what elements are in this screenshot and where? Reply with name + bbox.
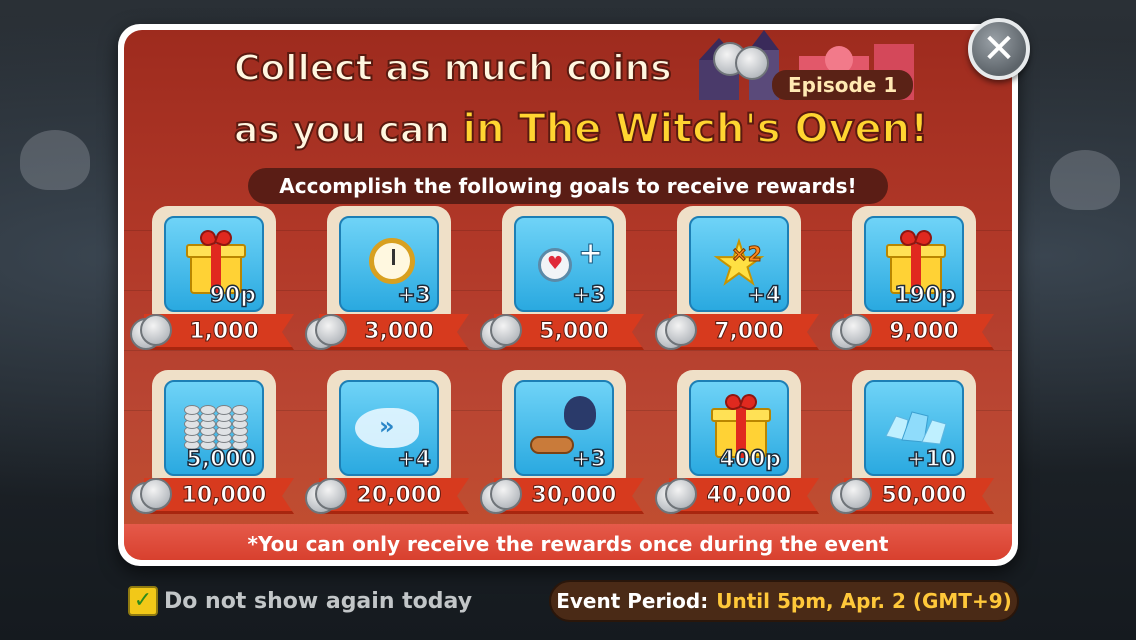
event-period-label: Event Period: xyxy=(556,589,709,613)
title-highlight: in The Witch's Oven! xyxy=(461,105,929,153)
episode-badge: Episode 1 xyxy=(772,70,914,100)
reward-amount: 400p xyxy=(719,446,782,473)
reward-amount: +3 xyxy=(572,446,607,473)
footer-note: *You can only receive the rewards once d… xyxy=(247,532,889,556)
do-not-show-checkbox[interactable]: ✓ xyxy=(128,586,158,616)
reward-item: +10 50,000 xyxy=(824,370,996,520)
event-popup: Collect as much coins as you can in The … xyxy=(118,24,1018,566)
reward-item: 5,000 10,000 xyxy=(124,370,296,520)
reward-card: 400p xyxy=(677,370,801,494)
popup-subtitle: Accomplish the following goals to receiv… xyxy=(248,168,888,204)
ghost-decoration xyxy=(20,130,90,190)
reward-card: +10 xyxy=(852,370,976,494)
gift-icon: 90p xyxy=(164,216,264,312)
stopwatch-icon: +3 xyxy=(339,216,439,312)
reward-amount: +4 xyxy=(747,282,782,309)
coin-goal: 50,000 xyxy=(881,483,967,509)
popup-title-line2: as you can in The Witch's Oven! xyxy=(233,105,929,153)
coin-goal: 3,000 xyxy=(364,319,435,345)
reward-amount: +4 xyxy=(397,446,432,473)
reward-item: +3 3,000 xyxy=(299,206,471,356)
reward-card: 190p xyxy=(852,206,976,330)
reward-card: +3 xyxy=(502,370,626,494)
coin-goal: 20,000 xyxy=(356,483,442,509)
popup-title-line1: Collect as much coins xyxy=(233,47,673,90)
close-button[interactable]: ✕ xyxy=(968,18,1030,80)
ghost-decoration xyxy=(1050,150,1120,210)
coin-goal: 1,000 xyxy=(189,319,260,345)
popup-content: Collect as much coins as you can in The … xyxy=(124,30,1012,560)
reward-item: +3 30,000 xyxy=(474,370,646,520)
coin-goal: 5,000 xyxy=(539,319,610,345)
reward-item: » +4 20,000 xyxy=(299,370,471,520)
potion-icon: ++3 xyxy=(514,216,614,312)
crystal-icon: +10 xyxy=(864,380,964,476)
gift-icon: 400p xyxy=(689,380,789,476)
reward-amount: 5,000 xyxy=(186,446,257,473)
coin-goal: 40,000 xyxy=(706,483,792,509)
reward-amount: +3 xyxy=(397,282,432,309)
reward-card: 90p xyxy=(152,206,276,330)
reward-item: 90p 1,000 xyxy=(124,206,296,356)
reward-card: +3 xyxy=(327,206,451,330)
do-not-show-row[interactable]: ✓ Do not show again today xyxy=(128,584,472,618)
reward-item: ★ ×2 +4 7,000 xyxy=(649,206,821,356)
gift-icon: 190p xyxy=(864,216,964,312)
reward-amount: +3 xyxy=(572,282,607,309)
coin-goal: 9,000 xyxy=(889,319,960,345)
event-period-value: Until 5pm, Apr. 2 (GMT+9) xyxy=(716,589,1012,613)
reward-item: ++3 5,000 xyxy=(474,206,646,356)
reward-card: » +4 xyxy=(327,370,451,494)
reward-amount: 90p xyxy=(209,282,257,309)
reward-amount: 190p xyxy=(894,282,957,309)
event-period-pill: Event Period: Until 5pm, Apr. 2 (GMT+9) xyxy=(549,580,1019,622)
title-prefix: as you can xyxy=(233,109,463,152)
coin-goal: 7,000 xyxy=(714,319,785,345)
close-icon: ✕ xyxy=(982,26,1016,72)
reward-item: 190p 9,000 xyxy=(824,206,996,356)
reward-card: ★ ×2 +4 xyxy=(677,206,801,330)
coin-goal: 30,000 xyxy=(531,483,617,509)
reward-item: 400p 40,000 xyxy=(649,370,821,520)
reward-amount: +10 xyxy=(906,446,957,473)
reward-card: 5,000 xyxy=(152,370,276,494)
dash-icon: » +4 xyxy=(339,380,439,476)
star-x2-icon: ★ ×2 +4 xyxy=(689,216,789,312)
reward-card: ++3 xyxy=(502,206,626,330)
coin-stack-icon: 5,000 xyxy=(164,380,264,476)
ninja-cookie-icon: +3 xyxy=(514,380,614,476)
do-not-show-label: Do not show again today xyxy=(164,588,473,614)
coin-goal: 10,000 xyxy=(181,483,267,509)
